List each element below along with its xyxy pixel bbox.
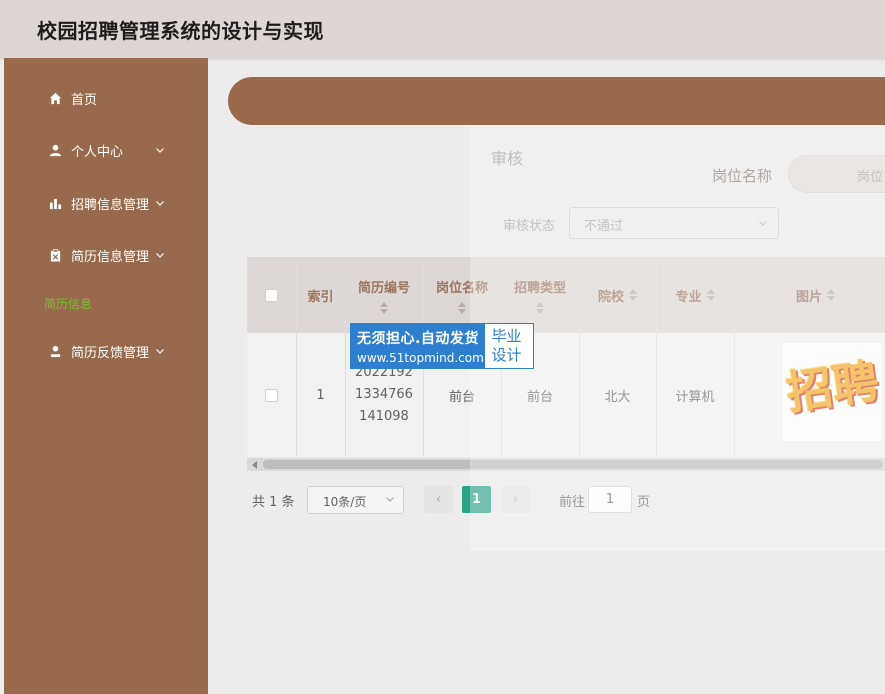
column-header-resume-no[interactable]: 简历编号 <box>345 257 423 333</box>
chevron-down-icon <box>156 349 164 354</box>
sidebar-item-label: 简历信息管理 <box>71 249 150 265</box>
watermark-left: 无须担心.自动发货 www.51topmind.com <box>351 324 486 368</box>
column-header-index: 索引 <box>307 289 334 305</box>
chevron-down-icon <box>386 497 394 502</box>
sidebar: 首页 个人中心 招聘信息管理 简历信息管理 简历信息 简历反馈管理 <box>4 58 208 694</box>
row-checkbox[interactable] <box>265 388 278 402</box>
app-title: 校园招聘管理系统的设计与实现 <box>37 19 324 43</box>
chevron-down-icon <box>759 221 767 226</box>
sidebar-item-resume[interactable]: 简历信息管理 <box>4 235 208 275</box>
sidebar-subitem-resume-info[interactable]: 简历信息 <box>44 295 92 312</box>
dialog-title: 审核 <box>491 149 524 168</box>
user-upload-icon <box>48 344 62 358</box>
scroll-left-icon[interactable] <box>252 461 257 469</box>
clipboard-icon <box>48 248 62 262</box>
sidebar-item-home[interactable]: 首页 <box>4 78 208 118</box>
pagination-total: 共 1 条 <box>252 495 295 510</box>
watermark-badge: 无须担心.自动发货 www.51topmind.com 毕业 设计 <box>350 323 534 369</box>
chevron-down-icon <box>156 201 164 206</box>
chevron-down-icon <box>156 148 164 153</box>
home-icon <box>48 91 62 105</box>
sidebar-item-feedback[interactable]: 简历反馈管理 <box>4 331 208 371</box>
sidebar-item-label: 招聘信息管理 <box>71 197 150 213</box>
watermark-right: 毕业 设计 <box>485 324 533 368</box>
sort-icon[interactable] <box>380 301 388 314</box>
table-cell-index: 1 <box>316 387 325 403</box>
chevron-down-icon <box>156 253 164 258</box>
audit-status-label: 审核状态 <box>503 219 556 234</box>
prev-page-button[interactable]: ‹ <box>424 486 453 513</box>
sidebar-item-label: 首页 <box>71 92 98 108</box>
content-banner <box>228 77 885 125</box>
sort-icon[interactable] <box>458 301 466 314</box>
sidebar-item-label: 个人中心 <box>71 144 124 160</box>
select-all-cell <box>247 257 296 333</box>
select-all-checkbox[interactable] <box>265 288 278 302</box>
sidebar-item-recruitment[interactable]: 招聘信息管理 <box>4 183 208 223</box>
audit-status-select[interactable]: 不通过 <box>569 207 779 239</box>
sidebar-item-personal-center[interactable]: 个人中心 <box>4 130 208 170</box>
bar-chart-icon <box>48 196 62 210</box>
sidebar-item-label: 简历反馈管理 <box>71 345 150 361</box>
user-icon <box>48 143 62 157</box>
table-row-checkbox-cell <box>247 333 296 457</box>
app-header: 校园招聘管理系统的设计与实现 <box>0 0 885 58</box>
page-size-select[interactable]: 10条/页 <box>307 486 404 514</box>
